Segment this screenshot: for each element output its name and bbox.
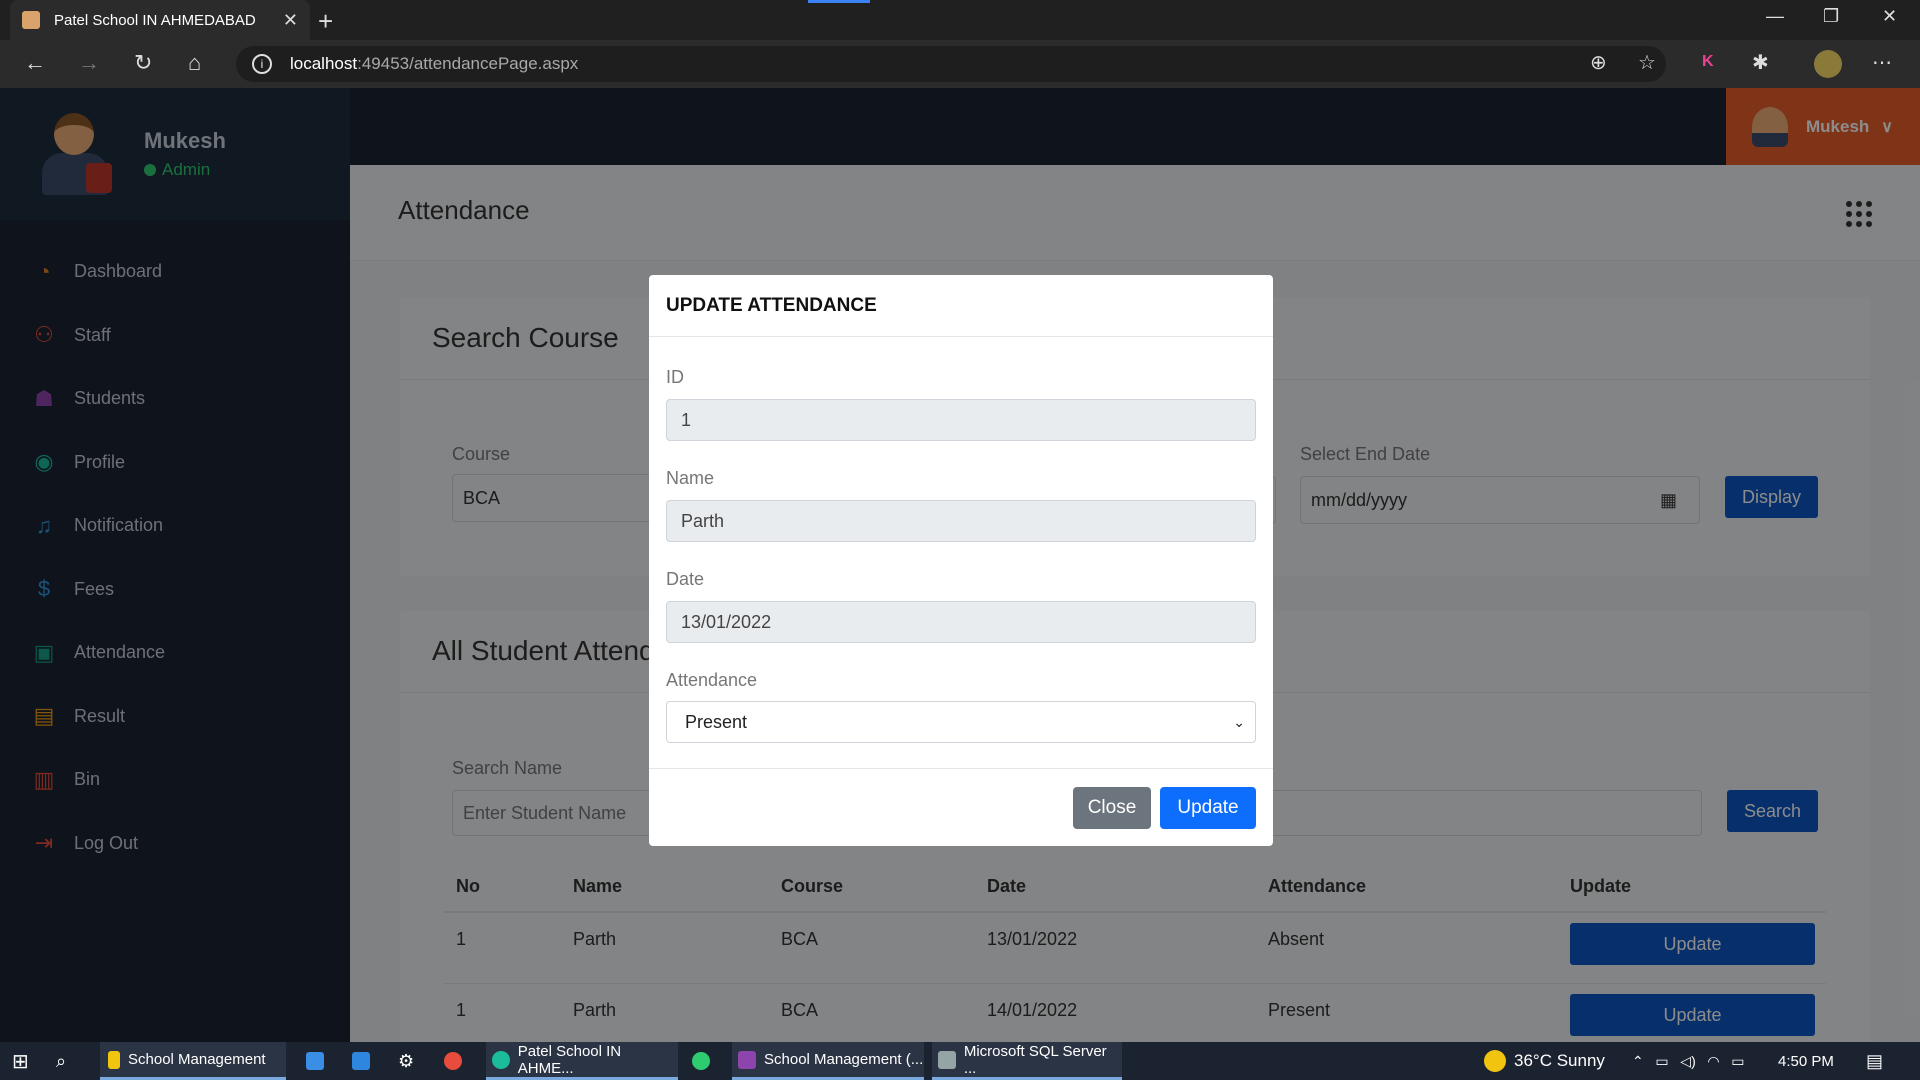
url-host: localhost — [290, 54, 358, 73]
loading-indicator — [808, 0, 870, 3]
tab-title: Patel School IN AHMEDABAD — [54, 11, 256, 29]
sql-server-icon — [938, 1050, 956, 1069]
school-favicon-icon — [22, 11, 40, 29]
date-field[interactable]: 13/01/2022 — [666, 601, 1256, 643]
taskbar-item-visual-studio[interactable]: School Management (... — [732, 1042, 924, 1080]
weather-widget[interactable]: 36°C Sunny — [1484, 1042, 1605, 1080]
extensions-puzzle-icon[interactable]: ✱ — [1752, 50, 1769, 75]
browser-toolbar: ← → ↻ ⌂ i localhost :49453/attendancePag… — [0, 40, 1920, 88]
minimize-button[interactable]: — — [1766, 6, 1784, 27]
store-icon[interactable] — [306, 1042, 332, 1080]
windows-start-icon[interactable]: ⊞ — [12, 1042, 29, 1080]
browser-tabbar: Patel School IN AHMEDABAD ✕ + — ❐ ✕ — [0, 0, 1920, 40]
clock[interactable]: 4:50 PM — [1778, 1042, 1834, 1080]
id-field[interactable]: 1 — [666, 399, 1256, 441]
zoom-icon[interactable]: ⊕ — [1590, 50, 1607, 75]
profile-avatar-icon[interactable] — [1814, 50, 1842, 78]
name-field[interactable]: Parth — [666, 500, 1256, 542]
name-label: Name — [666, 468, 715, 488]
forward-arrow-icon[interactable]: → — [78, 50, 100, 76]
search-icon[interactable]: ⌕ — [56, 1042, 66, 1080]
taskbar-item-school-management[interactable]: School Management — [100, 1042, 286, 1080]
attendance-label: Attendance — [666, 670, 758, 690]
taskbar-item-sql-server[interactable]: Microsoft SQL Server ... — [932, 1042, 1122, 1080]
modal-footer: Close Update — [649, 768, 1273, 846]
tab-close-icon[interactable]: ✕ — [283, 10, 298, 31]
address-bar[interactable]: i localhost :49453/attendancePage.aspx — [236, 46, 1666, 82]
chrome-icon[interactable] — [444, 1042, 470, 1080]
id-label: ID — [666, 367, 684, 387]
update-button[interactable]: Update — [1160, 787, 1256, 829]
visual-studio-icon — [738, 1050, 756, 1069]
taskbar-item-browser[interactable]: Patel School IN AHME... — [486, 1042, 678, 1080]
sun-icon — [1484, 1050, 1506, 1072]
browser-tab[interactable]: Patel School IN AHMEDABAD ✕ — [10, 0, 310, 40]
settings-gear-icon[interactable]: ⚙ — [398, 1042, 414, 1080]
system-tray-icons[interactable]: ⌃ ▭ ◁) ◠ ▭ — [1632, 1042, 1745, 1080]
maximize-button[interactable]: ❐ — [1823, 6, 1839, 27]
site-info-icon[interactable]: i — [252, 54, 272, 74]
attendance-select[interactable]: Present ⌄ — [666, 701, 1256, 743]
folder-icon — [108, 1050, 120, 1069]
back-arrow-icon[interactable]: ← — [24, 50, 46, 76]
modal-title: UPDATE ATTENDANCE — [649, 275, 1273, 337]
update-attendance-modal: UPDATE ATTENDANCE ID 1 Name Parth Date 1… — [649, 275, 1273, 846]
new-tab-button[interactable]: + — [318, 6, 333, 37]
attendance-selected-value: Present — [685, 711, 748, 732]
close-button[interactable]: Close — [1073, 787, 1151, 829]
date-label: Date — [666, 569, 705, 589]
refresh-icon[interactable]: ↻ — [134, 50, 152, 76]
more-menu-icon[interactable]: ⋯ — [1872, 50, 1892, 75]
window-close-button[interactable]: ✕ — [1882, 6, 1897, 27]
chevron-down-icon: ⌄ — [1233, 713, 1245, 730]
edge-icon — [492, 1050, 510, 1069]
favorites-icon[interactable]: ☆ — [1638, 50, 1656, 75]
notifications-icon[interactable]: ▤ — [1866, 1042, 1883, 1080]
extension-k-icon[interactable]: K — [1702, 53, 1714, 71]
windows-taskbar: ⊞ ⌕ School Management ⚙ Patel School IN … — [0, 1042, 1920, 1080]
home-icon[interactable]: ⌂ — [188, 50, 201, 76]
app-window: Mukesh Admin ◔ Dashboard ⚇ Staff ☗ Students ◉ P… — [0, 88, 1920, 1042]
whatsapp-icon[interactable] — [692, 1042, 718, 1080]
url-path: :49453/attendancePage.aspx — [357, 54, 579, 73]
mail-icon[interactable] — [352, 1042, 378, 1080]
